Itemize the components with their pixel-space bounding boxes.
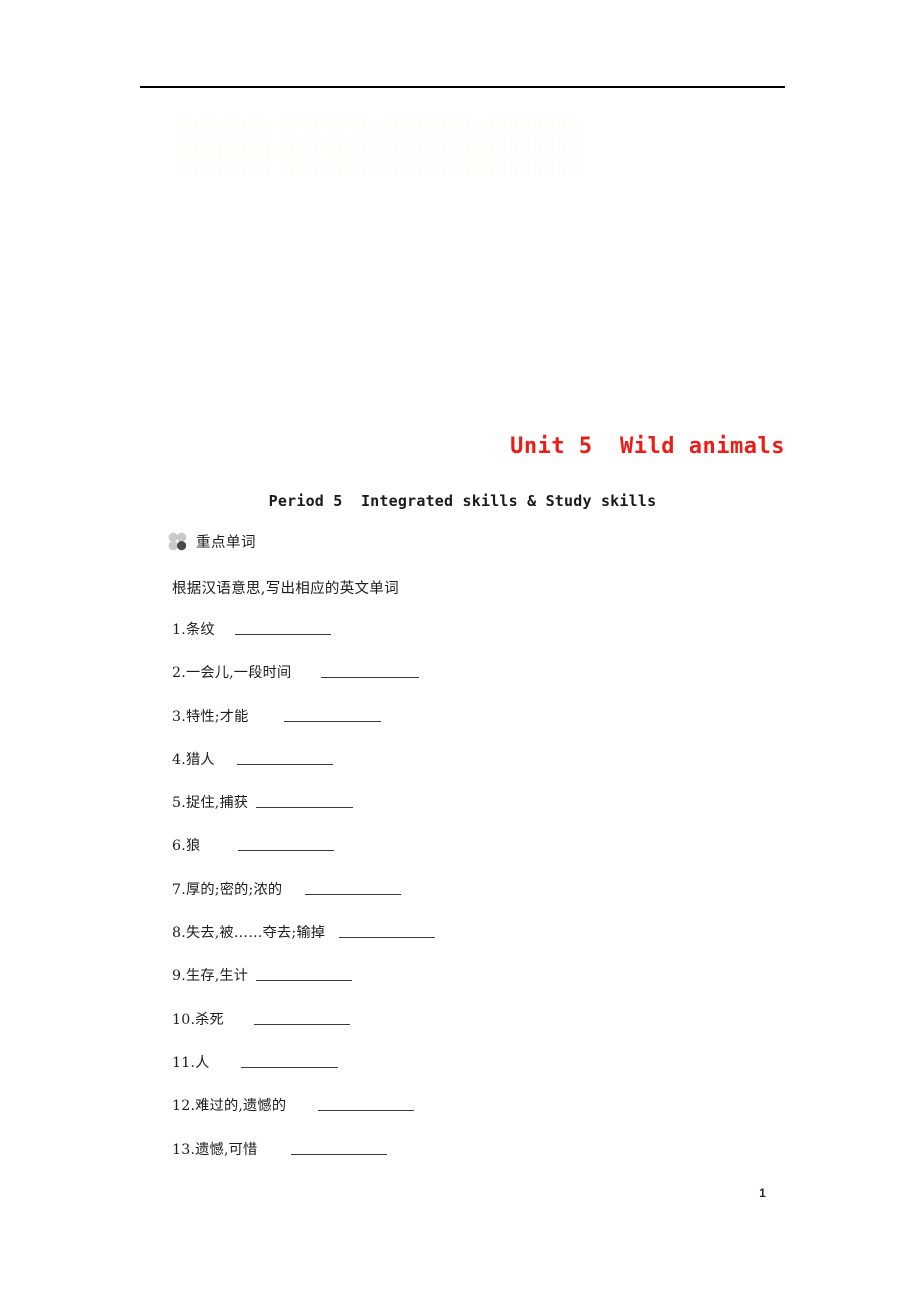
question-item: 5. 捉住,捕获 xyxy=(172,793,792,836)
question-item: 7. 厚的;密的;浓的 xyxy=(172,880,792,923)
answer-blank[interactable] xyxy=(256,966,353,982)
question-prompt: 狼 xyxy=(185,838,201,855)
question-number: 5. xyxy=(172,795,186,812)
answer-blank[interactable] xyxy=(238,836,335,852)
page-watermark: 资料资料资料资料 资料资料资料资料 资料资料资料资料 资料资料资料资料 资料资料… xyxy=(175,118,581,178)
section-heading-label: 重点单词 xyxy=(196,535,256,551)
question-prompt: 人 xyxy=(195,1054,210,1071)
question-number: 10. xyxy=(172,1011,196,1028)
question-item: 1. 条纹 xyxy=(172,620,792,663)
answer-blank[interactable] xyxy=(291,1140,388,1155)
question-item: 13. 遗憾,可惜 xyxy=(172,1140,792,1183)
question-item: 11. 人 xyxy=(172,1053,792,1096)
question-item: 2. 一会儿,一段时间 xyxy=(172,663,792,706)
answer-blank[interactable] xyxy=(318,1096,415,1112)
question-prompt: 生存,生计 xyxy=(185,968,249,985)
question-prompt: 猎人 xyxy=(185,751,215,768)
question-number: 11. xyxy=(172,1054,196,1071)
question-item: 12. 难过的,遗憾的 xyxy=(172,1096,792,1139)
question-item: 3. 特性;才能 xyxy=(172,707,792,750)
question-item: 6. 狼 xyxy=(172,836,792,879)
answer-blank[interactable] xyxy=(284,707,382,722)
question-list: 1. 条纹 2. 一会儿,一段时间 3. 特性;才能 4. 猎人 5. 捉住,捕获 6. 狼 7. 厚的;… xyxy=(172,620,792,1183)
question-number: 13. xyxy=(172,1141,196,1158)
question-item: 10. 杀死 xyxy=(172,1010,792,1053)
answer-blank[interactable] xyxy=(253,1010,350,1025)
question-prompt: 条纹 xyxy=(185,622,215,638)
question-number: 2. xyxy=(172,665,186,682)
unit-title: Unit 5 Wild animals xyxy=(510,434,785,459)
page-number: 1 xyxy=(759,1186,766,1200)
answer-blank[interactable] xyxy=(236,750,333,765)
document-page: 资料资料资料资料 资料资料资料资料 资料资料资料资料 资料资料资料资料 资料资料… xyxy=(0,0,920,1302)
question-number: 7. xyxy=(172,881,186,898)
question-item: 8. 失去,被……夺去;输掉 xyxy=(172,923,792,966)
answer-blank[interactable] xyxy=(234,620,331,635)
instruction-text: 根据汉语意思,写出相应的英文单词 xyxy=(172,581,399,597)
question-number: 9. xyxy=(172,968,186,985)
section-heading: 重点单词 xyxy=(168,531,256,552)
question-prompt: 失去,被……夺去;输掉 xyxy=(185,925,326,942)
question-number: 8. xyxy=(172,925,186,942)
header-divider-rule xyxy=(140,86,785,88)
answer-blank[interactable] xyxy=(339,923,436,939)
question-prompt: 厚的;密的;浓的 xyxy=(185,881,283,898)
period-subtitle: Period 5 Integrated skills & Study skill… xyxy=(268,492,657,510)
answer-blank[interactable] xyxy=(321,663,420,679)
question-number: 1. xyxy=(172,622,186,638)
question-prompt: 特性;才能 xyxy=(185,708,249,725)
question-number: 3. xyxy=(172,708,186,725)
question-item: 4. 猎人 xyxy=(172,750,792,793)
question-item: 9. 生存,生计 xyxy=(172,966,792,1009)
question-number: 12. xyxy=(172,1098,196,1115)
answer-blank[interactable] xyxy=(256,793,354,809)
answer-blank[interactable] xyxy=(240,1053,338,1068)
question-prompt: 捉住,捕获 xyxy=(185,795,249,812)
question-number: 4. xyxy=(172,751,186,768)
question-prompt: 难过的,遗憾的 xyxy=(195,1098,287,1115)
question-prompt: 一会儿,一段时间 xyxy=(185,665,292,682)
question-prompt: 杀死 xyxy=(195,1011,224,1028)
question-number: 6. xyxy=(172,838,186,855)
answer-blank[interactable] xyxy=(305,880,402,895)
four-dots-icon xyxy=(168,532,187,551)
question-prompt: 遗憾,可惜 xyxy=(195,1141,258,1158)
